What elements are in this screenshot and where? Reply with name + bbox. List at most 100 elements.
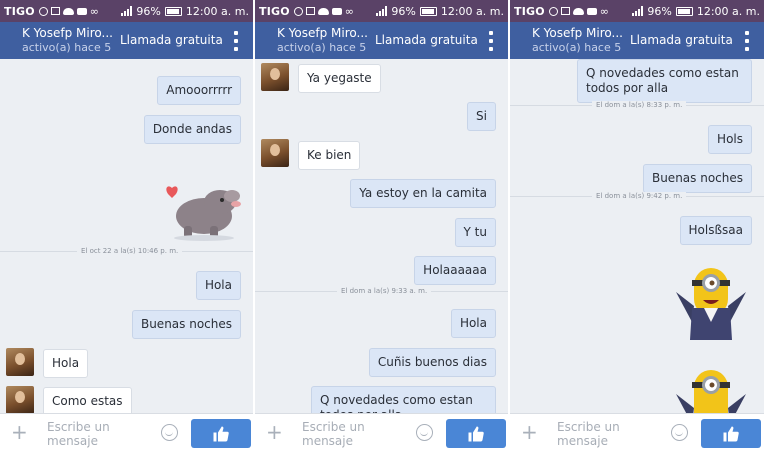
message-bubble[interactable]: Si [467,102,496,131]
smile-icon[interactable] [416,424,433,441]
like-button[interactable] [701,419,761,448]
message-bubble[interactable]: Y tu [454,218,496,247]
chat-header: K Yosefp Miro... activo(a) hace 5 Llamad… [510,22,764,59]
infinity-icon: ∞ [599,4,609,18]
chat-screen-3: TIGO ∞ 96% 12:00 a. m. K Yosefp Miro... … [510,0,764,454]
like-button[interactable] [446,419,506,448]
avatar[interactable] [261,139,289,167]
date-divider: El dom a la(s) 9:42 p. m. [592,192,687,200]
clock: 12:00 a. m. [696,4,760,18]
composer: + Escribe un mensaje [0,413,253,454]
signal-icon [121,6,133,16]
active-status: activo(a) hace 5 [532,41,622,54]
signal-icon [376,6,388,16]
composer: + Escribe un mensaje [255,413,508,454]
avatar[interactable] [6,386,34,413]
image-icon [50,7,60,15]
clock: 12:00 a. m. [440,4,504,18]
message-bubble[interactable]: Donde andas [143,115,241,144]
contact-name[interactable]: K Yosefp Miro... [22,26,113,40]
message-bubble[interactable]: Buenas noches [642,164,752,193]
smile-icon[interactable] [671,424,688,441]
contact-name[interactable]: K Yosefp Miro... [532,26,623,40]
menu-icon[interactable] [744,31,750,51]
status-bar: TIGO ∞ 96% 12:00 a. m. [510,0,764,22]
message-bubble[interactable]: Hola [450,309,496,338]
message-bubble[interactable]: Buenas noches [131,310,241,339]
battery-level: 96% [391,4,416,18]
message-input[interactable]: Escribe un mensaje [47,420,137,448]
smile-icon[interactable] [161,424,178,441]
infinity-icon: ∞ [89,4,99,18]
plus-icon[interactable]: + [521,422,538,442]
message-bubble[interactable]: Hola [43,349,89,378]
thumbs-up-icon [723,426,739,441]
chat-screen-1: TIGO ∞ 96% 12:00 a. m. K Yosefp Miro... … [0,0,253,454]
minion-sticker[interactable] [670,262,752,344]
date-divider: El dom a la(s) 9:33 a. m. [337,287,432,295]
image-icon [560,7,570,15]
battery-level: 96% [647,4,672,18]
thumbs-up-icon [213,426,229,441]
message-bubble[interactable]: Hols [708,125,752,154]
message-bubble[interactable]: Holaaaaaa [414,256,496,285]
active-status: activo(a) hace 5 [22,41,112,54]
free-call-button[interactable]: Llamada gratuita [375,33,478,47]
composer: + Escribe un mensaje [510,413,764,454]
active-status: activo(a) hace 5 [277,41,367,54]
menu-icon[interactable] [488,31,494,51]
message-bubble[interactable]: Holsßsaa [679,216,752,245]
message-list[interactable]: Amooorrrrr Donde andas El oct 22 a la(s)… [0,59,253,413]
message-bubble[interactable]: Ya yegaste [298,64,381,93]
battery-icon [675,6,693,16]
battery-icon [419,6,437,16]
message-list[interactable]: Ya yegaste Si Ke bien Ya estoy en la cam… [255,59,508,413]
image-icon [305,7,315,15]
carrier-label: TIGO [259,4,290,18]
infinity-icon: ∞ [344,4,354,18]
chat-header: K Yosefp Miro... activo(a) hace 5 Llamad… [0,22,253,59]
like-button[interactable] [191,419,251,448]
battery-icon [164,6,182,16]
chat-bubble-icon [293,6,303,16]
cloud-icon [62,7,74,15]
date-divider: El oct 22 a la(s) 10:46 p. m. [77,247,183,255]
message-bubble[interactable]: Como estas [43,387,132,413]
message-bubble[interactable]: Q novedades como estan todos por alla [577,59,752,103]
clock: 12:00 a. m. [185,4,249,18]
chat-bubble-icon [38,6,48,16]
chat-bubble-icon [548,6,558,16]
menu-icon[interactable] [233,31,239,51]
chat-screen-2: TIGO ∞ 96% 12:00 a. m. K Yosefp Miro... … [255,0,508,454]
free-call-button[interactable]: Llamada gratuita [120,33,223,47]
status-bar: TIGO ∞ 96% 12:00 a. m. [0,0,253,22]
plus-icon[interactable]: + [266,422,283,442]
cloud-icon [317,7,329,15]
message-bubble[interactable]: Q novedades como estan todos por alla [311,386,496,413]
plus-icon[interactable]: + [11,422,28,442]
battery-level: 96% [136,4,161,18]
date-divider: El dom a la(s) 8:33 p. m. [592,101,687,109]
carrier-label: TIGO [4,4,35,18]
thumbs-up-icon [468,426,484,441]
free-call-button[interactable]: Llamada gratuita [630,33,733,47]
message-bubble[interactable]: Hola [195,271,241,300]
camera-icon [76,7,87,15]
message-bubble[interactable]: Ke bien [298,141,361,170]
bear-sticker[interactable] [162,174,246,242]
minion-sticker[interactable] [670,364,752,413]
contact-name[interactable]: K Yosefp Miro... [277,26,368,40]
avatar[interactable] [261,63,289,91]
signal-icon [632,6,644,16]
avatar[interactable] [6,348,34,376]
message-input[interactable]: Escribe un mensaje [302,420,392,448]
status-bar: TIGO ∞ 96% 12:00 a. m. [255,0,508,22]
message-input[interactable]: Escribe un mensaje [557,420,647,448]
chat-header: K Yosefp Miro... activo(a) hace 5 Llamad… [255,22,508,59]
carrier-label: TIGO [514,4,545,18]
message-list[interactable]: Q novedades como estan todos por alla El… [510,59,764,413]
camera-icon [331,7,342,15]
message-bubble[interactable]: Cuñis buenos dias [368,348,496,377]
message-bubble[interactable]: Amooorrrrr [157,76,241,105]
message-bubble[interactable]: Ya estoy en la camita [350,179,496,208]
